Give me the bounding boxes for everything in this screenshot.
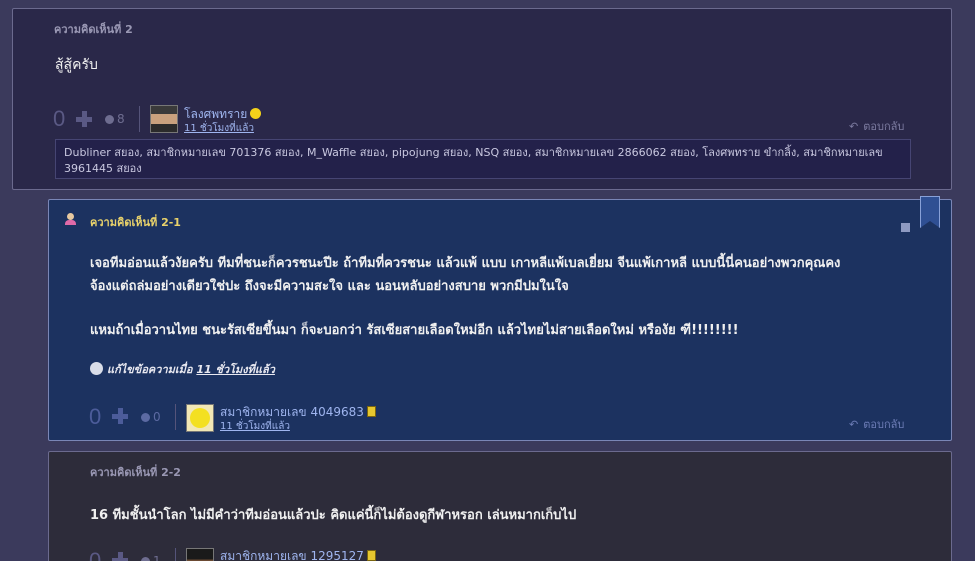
plus-vote-button[interactable] <box>112 552 128 561</box>
emotion-count[interactable]: 0 <box>141 410 161 424</box>
comment-label: ความคิดเห็นที่ 2-2 <box>90 466 181 479</box>
laugh-emoji-icon <box>250 108 262 119</box>
phone-badge-icon <box>366 406 376 417</box>
emotion-count[interactable]: 1 <box>141 554 161 561</box>
edit-clock-icon <box>90 362 103 375</box>
edit-note: แก้ไขข้อความเมื่อ 11 ชั่วโมงที่แล้ว <box>90 360 275 378</box>
reply-card-highlighted: ความคิดเห็นที่ 2-1 เจอทีมอ่อนแล้วงัยครับ… <box>48 196 952 441</box>
phone-badge-icon <box>366 550 376 561</box>
emotion-icon <box>105 115 114 124</box>
divider <box>175 548 176 561</box>
plus-vote-button[interactable] <box>112 408 128 424</box>
divider <box>139 106 140 132</box>
divider <box>175 404 176 430</box>
comment-text: สู้สู้ครับ <box>55 57 98 73</box>
comment-text-line: เจอทีมอ่อนแล้วงัยครับ ทีมที่ชนะก็ควรชนะป… <box>90 256 841 271</box>
vote-count: 0 <box>53 106 66 131</box>
vote-count: 0 <box>89 548 102 561</box>
comment-text-line: แหมถ้าเมื่อวานไทย ชนะรัสเซียขึ้นมา ก็จะบ… <box>90 323 739 338</box>
timestamp-link[interactable]: 11 ชั่วโมงที่แล้ว <box>184 121 254 136</box>
avatar[interactable] <box>150 105 178 133</box>
avatar[interactable] <box>186 548 214 561</box>
plus-vote-button[interactable] <box>76 111 92 127</box>
reply-arrow-icon: ↶ <box>849 418 859 431</box>
reply-card: ความคิดเห็นที่ 2-2 16 ทีมชั้นนำโลก ไม่มี… <box>48 451 952 561</box>
comment-text-line: จ้องแต่ถล่มอย่างเดียวใช่ปะ ถึงจะมีความสะ… <box>90 279 569 294</box>
emotion-users-text-2: 3961445 สยอง <box>64 162 142 175</box>
emotion-users-text: Dubliner สยอง, สมาชิกหมายเลข 701376 สยอง… <box>64 146 883 159</box>
emotion-count[interactable]: 8 <box>105 112 125 126</box>
reply-button[interactable]: ↶ ตอบกลับ <box>849 415 904 433</box>
emotion-icon <box>141 413 150 422</box>
timestamp-link[interactable]: 11 ชั่วโมงที่แล้ว <box>220 419 290 434</box>
reply-button[interactable]: ↶ ตอบกลับ <box>849 117 904 135</box>
smiley-icon <box>190 408 210 428</box>
emotion-users-box: Dubliner สยอง, สมาชิกหมายเลข 701376 สยอง… <box>55 139 911 179</box>
avatar[interactable] <box>186 404 214 432</box>
bookmark-icon[interactable] <box>920 196 940 228</box>
vote-count: 0 <box>89 404 102 429</box>
comment-label: ความคิดเห็นที่ 2-1 <box>90 216 181 229</box>
emotion-icon <box>141 557 150 561</box>
person-icon <box>65 213 76 225</box>
comment-label: ความคิดเห็นที่ 2 <box>54 23 133 36</box>
reply-arrow-icon: ↶ <box>849 120 859 133</box>
comment-card: ความคิดเห็นที่ 2 สู้สู้ครับ 0 8 โลงศพทรา… <box>12 8 952 190</box>
comment-text: 16 ทีมชั้นนำโลก ไม่มีคำว่าทีมอ่อนแล้วปะ … <box>90 508 577 523</box>
user-name-link[interactable]: สมาชิกหมายเลข 1295127 <box>220 547 376 561</box>
trash-icon[interactable] <box>901 223 910 232</box>
